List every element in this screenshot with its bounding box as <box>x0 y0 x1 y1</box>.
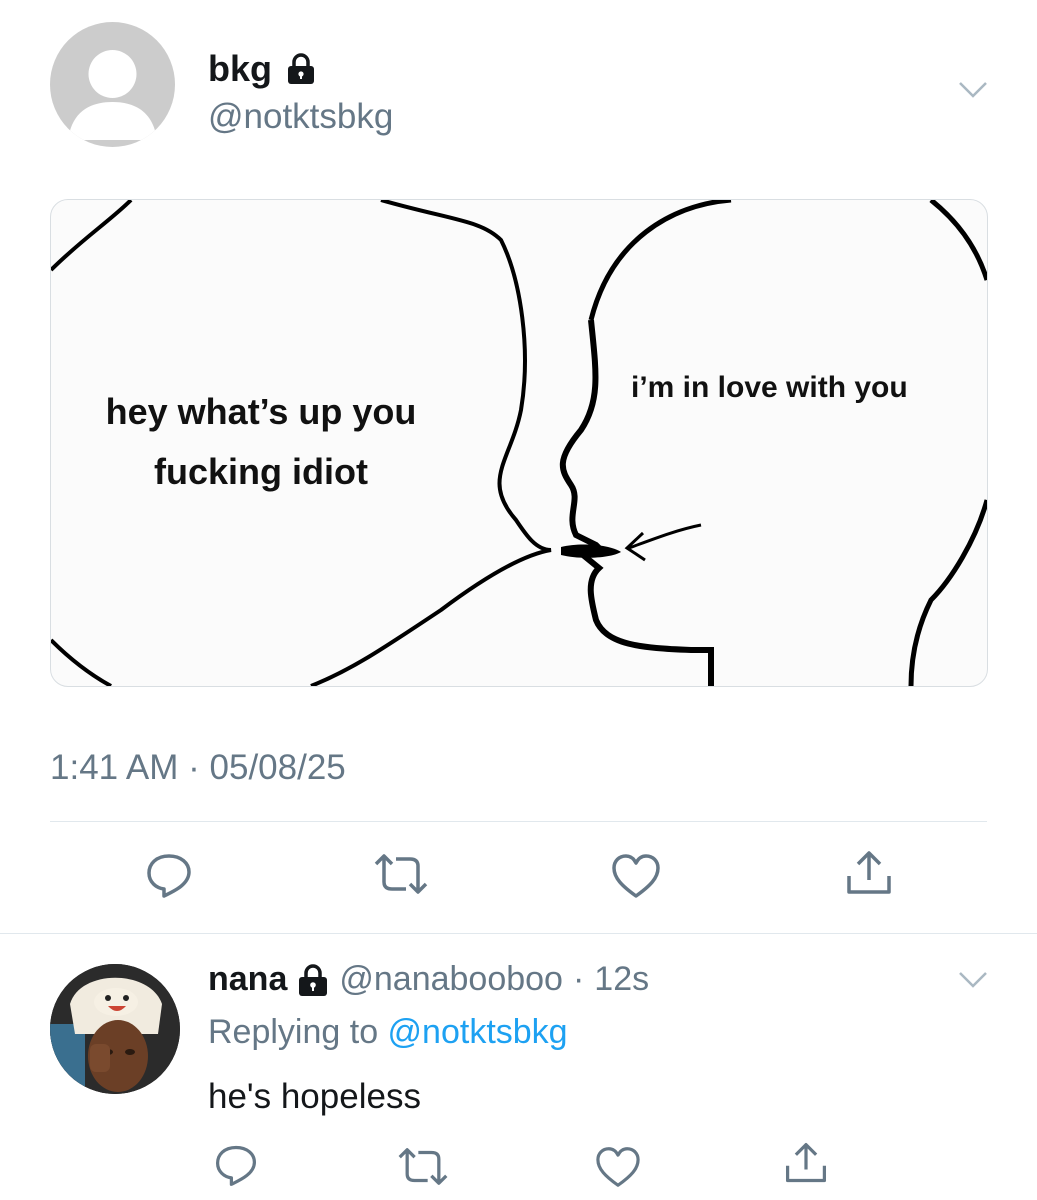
left-bubble-line: fucking idiot <box>154 451 368 492</box>
tweet-timestamp[interactable]: 1:41 AM · 05/08/25 <box>50 748 346 788</box>
divider <box>0 933 1037 934</box>
meta-separator: · <box>572 960 585 998</box>
retweet-icon[interactable] <box>396 1146 450 1187</box>
reply-author-name[interactable]: nana <box>208 960 287 999</box>
reply-author-handle[interactable]: @nanabooboo <box>339 960 563 999</box>
reply-icon[interactable] <box>213 1142 259 1188</box>
replying-to-link[interactable]: @notktsbkg <box>388 1013 568 1051</box>
replying-to: Replying to @notktsbkg <box>208 1013 568 1052</box>
like-icon[interactable] <box>594 1146 642 1188</box>
reply-icon[interactable] <box>144 850 194 900</box>
tweet-image[interactable]: hey what’s up you fucking idiot i’m in l… <box>50 199 988 687</box>
default-avatar-icon <box>68 50 157 140</box>
replying-prefix: Replying to <box>208 1013 388 1051</box>
retweet-icon[interactable] <box>372 852 430 896</box>
lock-icon <box>297 963 329 997</box>
reply-age: 12s <box>594 960 650 998</box>
chevron-down-icon[interactable] <box>958 970 988 990</box>
reply-header: nana @nanabooboo · 12s <box>208 960 649 999</box>
reply-text: he's hopeless <box>208 1077 421 1116</box>
avatar[interactable] <box>50 22 175 147</box>
author-row: bkg <box>208 48 316 90</box>
avatar[interactable] <box>50 964 180 1094</box>
left-bubble-text: hey what’s up you fucking idiot <box>51 382 471 502</box>
like-icon[interactable] <box>610 853 662 899</box>
divider <box>50 821 987 822</box>
lock-icon <box>286 53 316 85</box>
author-name[interactable]: bkg <box>208 48 272 90</box>
chevron-down-icon[interactable] <box>958 80 988 100</box>
share-icon[interactable] <box>844 848 894 898</box>
share-icon[interactable] <box>783 1140 829 1186</box>
avatar-photo <box>50 964 180 1094</box>
left-bubble-line: hey what’s up you <box>105 391 417 432</box>
author-handle[interactable]: @notktsbkg <box>208 97 393 137</box>
right-bubble-text: i’m in love with you <box>631 371 908 404</box>
